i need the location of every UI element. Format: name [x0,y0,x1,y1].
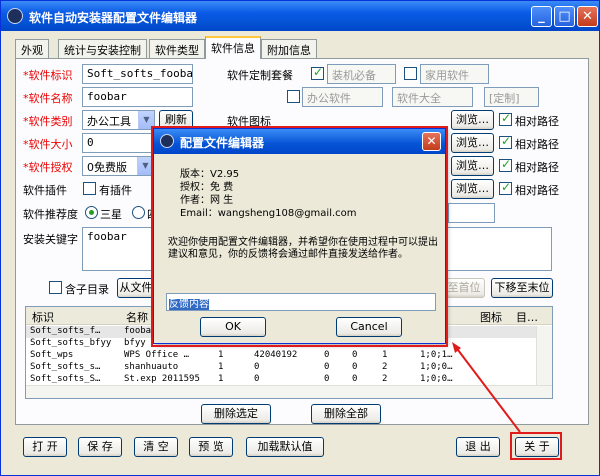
arrow-line [457,349,521,433]
annotation-arrow [452,342,521,433]
